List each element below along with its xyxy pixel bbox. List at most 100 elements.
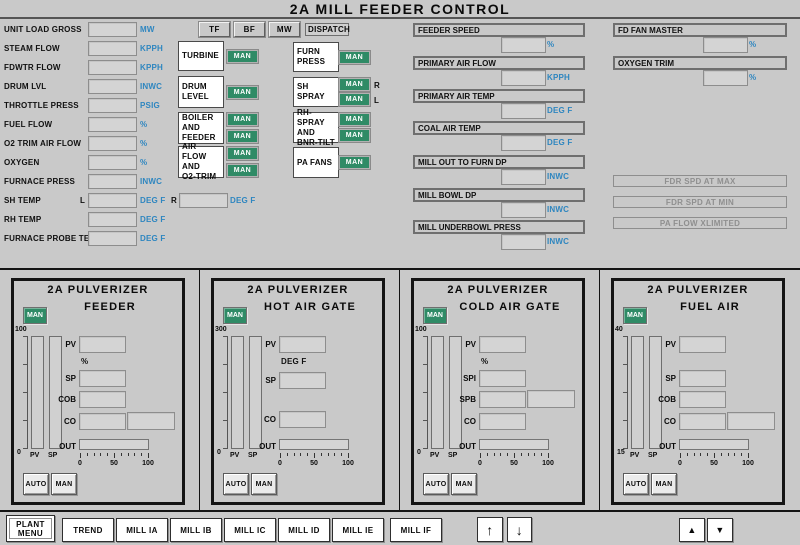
nav-button-mill-if[interactable]: MILL IF [390,518,442,542]
readout-value-field[interactable] [501,234,546,250]
loop-value-field[interactable] [79,336,126,353]
out-slider[interactable] [679,439,749,450]
out-ruler-tick [541,453,542,456]
readout-value-field[interactable] [501,103,546,119]
readout-value-field[interactable] [179,193,228,208]
readout-value-field[interactable] [88,60,137,75]
mode-button-bf[interactable]: BF [234,22,265,37]
pulverizer-man-button[interactable]: MAN [251,473,277,495]
readout-header: MILL OUT TO FURN DP [413,155,585,169]
loop-value-field[interactable] [679,391,726,408]
mode-state-button[interactable]: MAN [227,86,258,99]
bar-axis-tick [623,364,627,365]
pulverizer-cell: 2A PULVERIZERHOT AIR GATEMAN3000PVSPPVDE… [200,270,400,510]
out-ruler-tick [107,453,108,456]
loop-value-field[interactable] [479,413,526,430]
mode-state-button[interactable]: MAN [227,50,258,63]
loop-value-field[interactable] [279,336,326,353]
out-ruler-tick [728,453,729,456]
pulverizer-auto-button[interactable]: AUTO [23,473,49,495]
mode-state-button[interactable]: MAN [227,147,258,160]
nav-button-mill-ia[interactable]: MILL IA [116,518,168,542]
readout-unit: % [749,73,756,82]
pulverizer-man-button[interactable]: MAN [651,473,677,495]
mode-state-button[interactable]: MAN [339,129,370,142]
loop-value-field[interactable] [479,336,526,353]
page-up-button[interactable]: ↑ [477,517,503,542]
readout-unit: KPPH [547,73,570,82]
pulverizer-auto-button[interactable]: AUTO [223,473,249,495]
loop-row-label: PV [434,340,476,349]
readout-unit: INWC [547,172,569,181]
readout-unit: DEG F [140,215,165,224]
loop-value-field[interactable] [479,370,526,387]
pulverizer-man-button[interactable]: MAN [451,473,477,495]
page-down-button[interactable]: ↓ [507,517,532,542]
mode-state-button[interactable]: MAN [227,164,258,177]
pulverizer-auto-button[interactable]: AUTO [423,473,449,495]
pulverizer-auto-button[interactable]: AUTO [623,473,649,495]
loop-value-field[interactable] [679,370,726,387]
loop-value-field[interactable] [79,413,126,430]
mode-button-mw[interactable]: MW [269,22,300,37]
nav-button-trend[interactable]: TREND [62,518,114,542]
pulverizer-man-button[interactable]: MAN [51,473,77,495]
nav-button-mill-ib[interactable]: MILL IB [170,518,222,542]
mode-badge: MAN [423,307,447,324]
out-slider[interactable] [279,439,349,450]
readout-value-field[interactable] [501,169,546,185]
mode-state-button[interactable]: MAN [227,130,258,143]
out-ruler-tick [507,453,508,456]
nav-button-mill-ie[interactable]: MILL IE [332,518,384,542]
readout-value-field[interactable] [501,70,546,86]
readout-value-field[interactable] [88,136,137,151]
loop-value-field[interactable] [79,370,126,387]
mode-state-button[interactable]: MAN [339,113,370,126]
control-group-label: AIR FLOW AND O2-TRIM [178,146,224,178]
readout-value-field[interactable] [703,70,748,86]
readout-header: FEEDER SPEED [413,23,585,37]
pv-bar [231,336,244,449]
readout-value-field[interactable] [88,231,137,246]
readout-value-field[interactable] [88,117,137,132]
mode-state-button[interactable]: MAN [339,78,370,91]
readout-value-field[interactable] [88,174,137,189]
nav-button-mill-id[interactable]: MILL ID [278,518,330,542]
readout-value-field[interactable] [88,79,137,94]
readout-value-field[interactable] [88,41,137,56]
readout-value-field[interactable] [703,37,748,53]
loop-value-field[interactable] [679,336,726,353]
nav-button-mill-ic[interactable]: MILL IC [224,518,276,542]
readout-value-field[interactable] [88,155,137,170]
readout-unit: DEG F [140,196,165,205]
mode-state-button[interactable]: MAN [339,156,370,169]
out-ruler-tick [348,453,349,458]
readout-value-field[interactable] [501,37,546,53]
out-ruler-tick [707,453,708,456]
mode-button-tf[interactable]: TF [199,22,230,37]
scroll-up-button[interactable]: ▲ [679,518,705,542]
bar-axis-tick [223,420,227,421]
readout-value-field[interactable] [501,135,546,151]
mode-state-button[interactable]: MAN [339,51,370,64]
out-slider[interactable] [79,439,149,450]
loop-value-field[interactable] [279,372,326,389]
readout-value-field[interactable] [88,193,137,208]
mode-state-button[interactable]: MAN [339,93,370,106]
loop-extra-field[interactable] [127,412,175,430]
readout-value-field[interactable] [501,202,546,218]
readout-label: DRUM LVL [4,82,46,91]
mode-state-button[interactable]: MAN [227,113,258,126]
plant-menu-button[interactable]: PLANT MENU [6,515,55,542]
loop-extra-field[interactable] [527,390,575,408]
out-slider[interactable] [479,439,549,450]
out-label: OUT [434,442,476,451]
readout-value-field[interactable] [88,98,137,113]
readout-value-field[interactable] [88,212,137,227]
loop-value-field[interactable] [79,391,126,408]
loop-value-field[interactable] [679,413,726,430]
loop-value-field[interactable] [279,411,326,428]
scroll-down-button[interactable]: ▼ [707,518,733,542]
loop-value-field[interactable] [479,391,526,408]
loop-extra-field[interactable] [727,412,775,430]
